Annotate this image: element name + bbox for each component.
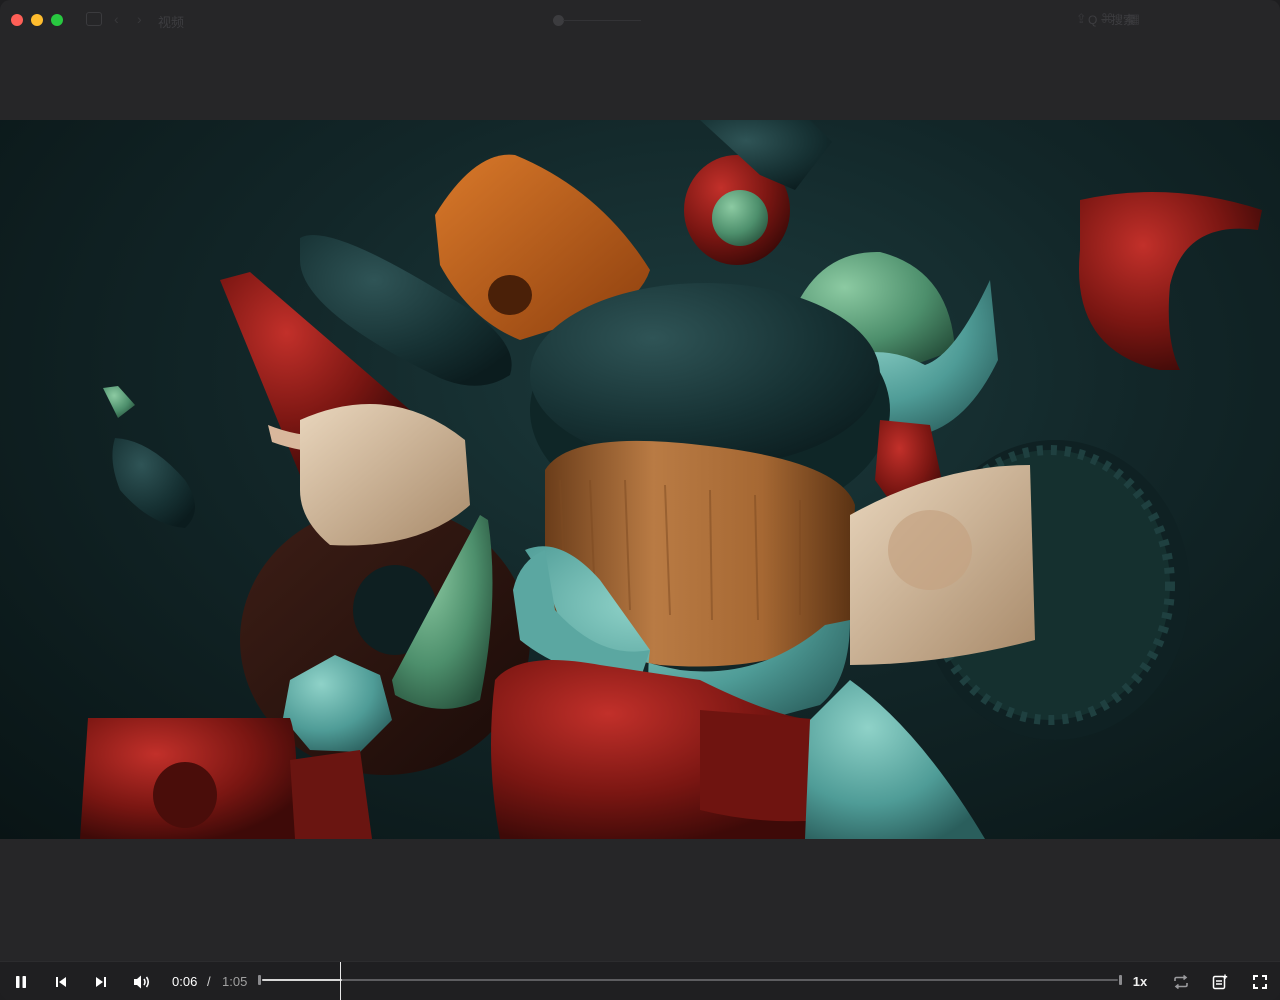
progress-bar-end-cap [1119, 975, 1122, 985]
current-time: 0:06 [172, 974, 198, 989]
pause-icon [16, 975, 26, 988]
title-bar: ‹ › 视频 ⇪ ⌘ ▦ Q ~ 搜索 [0, 0, 1280, 40]
playback-speed-button[interactable]: 1x [1127, 962, 1153, 1000]
progress-fill [262, 979, 342, 981]
skip-forward-icon [96, 976, 106, 987]
fullscreen-button[interactable] [1247, 962, 1273, 1000]
loop-button[interactable] [1168, 962, 1194, 1000]
minimize-window-button[interactable] [31, 14, 43, 26]
play-pause-button[interactable] [8, 962, 34, 1000]
next-button[interactable] [88, 962, 114, 1000]
previous-button[interactable] [48, 962, 74, 1000]
window-controls [11, 14, 63, 26]
playlist-add-icon [1212, 974, 1228, 989]
playhead-marker[interactable] [340, 962, 341, 1000]
video-still-image [80, 120, 1262, 839]
volume-slider-track [563, 20, 641, 21]
video-frame[interactable] [0, 120, 1280, 839]
total-time: 1:05 [222, 974, 248, 989]
sidebar-toggle-icon[interactable] [86, 12, 102, 26]
zoom-window-button[interactable] [51, 14, 63, 26]
close-window-button[interactable] [11, 14, 23, 26]
titlebar-volume-slider[interactable] [553, 15, 643, 26]
progress-track [262, 979, 1118, 981]
skip-back-icon [56, 976, 66, 987]
repeat-icon [1174, 974, 1188, 989]
forward-chevron-icon[interactable]: › [137, 11, 142, 27]
fullscreen-icon [1253, 974, 1267, 989]
progress-bar[interactable] [258, 975, 1122, 985]
search-field[interactable]: Q ~ 搜索 [1088, 11, 1135, 28]
progress-bar-start-cap [258, 975, 261, 985]
time-separator: / [207, 974, 211, 989]
speaker-icon [134, 975, 150, 988]
volume-button[interactable] [128, 962, 156, 1000]
player-window: ‹ › 视频 ⇪ ⌘ ▦ Q ~ 搜索 0:06 / 1:05 1x [0, 0, 1280, 1000]
back-chevron-icon[interactable]: ‹ [114, 11, 119, 27]
window-title: 视频 [158, 15, 185, 30]
playlist-button[interactable] [1207, 962, 1233, 1000]
share-icon[interactable]: ⇪ [1076, 11, 1087, 27]
